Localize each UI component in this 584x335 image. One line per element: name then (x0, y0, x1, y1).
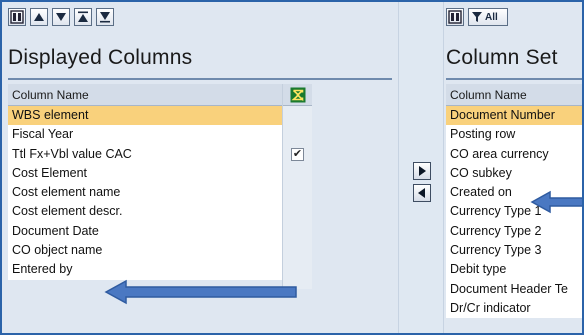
left-toolbar (8, 8, 114, 28)
list-item[interactable]: Ttl Fx+Vbl value CAC (8, 145, 282, 164)
sum-cell (283, 222, 312, 241)
list-item[interactable]: Cost element descr. (8, 202, 282, 221)
sum-cell (283, 202, 312, 221)
list-item[interactable]: Dr/Cr indicator (446, 299, 584, 318)
filter-all-label: All (485, 11, 498, 23)
list-item[interactable]: Document Header Te (446, 280, 584, 299)
sum-cell: ✔ (283, 145, 312, 164)
move-down-icon[interactable] (52, 8, 70, 26)
list-item[interactable]: Posting row (446, 125, 584, 144)
list-item[interactable]: CO area currency (446, 145, 584, 164)
displayed-columns-title: Displayed Columns (8, 46, 193, 69)
list-item[interactable]: CO subkey (446, 164, 584, 183)
list-item[interactable]: CO object name (8, 241, 282, 260)
move-right-icon[interactable] (413, 162, 431, 180)
title-underline (8, 78, 392, 80)
sum-cell (283, 260, 312, 279)
move-left-icon[interactable] (413, 184, 431, 202)
panel-layout-icon[interactable] (446, 8, 464, 26)
column-set-panel: All Column Set Column Name Document Numb… (444, 2, 584, 333)
right-toolbar: All (446, 8, 508, 28)
left-column-header[interactable]: Column Name (8, 84, 282, 106)
sum-cell (283, 125, 312, 144)
list-item[interactable]: Fiscal Year (8, 125, 282, 144)
annotation-arrow-left (104, 279, 297, 305)
sum-column: ✔ (282, 84, 312, 289)
right-column-header[interactable]: Column Name (446, 84, 584, 106)
list-item[interactable]: Debit type (446, 260, 584, 279)
sum-cell (283, 164, 312, 183)
title-underline (446, 78, 584, 80)
list-item[interactable]: Cost element name (8, 183, 282, 202)
sum-checkbox[interactable]: ✔ (291, 147, 304, 161)
list-item[interactable]: Entered by (8, 260, 282, 279)
panel-layout-icon[interactable] (8, 8, 26, 26)
column-set-title: Column Set (446, 46, 558, 69)
list-item[interactable]: Currency Type 2 (446, 222, 584, 241)
list-item[interactable]: Document Date (8, 222, 282, 241)
filter-all-button[interactable]: All (468, 8, 508, 26)
list-item[interactable]: Currency Type 3 (446, 241, 584, 260)
filter-icon (472, 12, 482, 22)
sum-cell (283, 106, 312, 125)
move-top-icon[interactable] (74, 8, 92, 26)
list-item[interactable]: WBS element (8, 106, 282, 126)
sum-cell (283, 241, 312, 260)
displayed-columns-list: WBS element Fiscal Year Ttl Fx+Vbl value C… (8, 106, 282, 280)
list-item[interactable]: Document Number (446, 106, 584, 126)
move-buttons-strip (398, 2, 444, 333)
sigma-icon[interactable] (283, 84, 312, 106)
move-bottom-icon[interactable] (96, 8, 114, 26)
move-up-icon[interactable] (30, 8, 48, 26)
annotation-arrow-right (530, 190, 584, 214)
list-item[interactable]: Cost Element (8, 164, 282, 183)
sum-cell (283, 183, 312, 202)
